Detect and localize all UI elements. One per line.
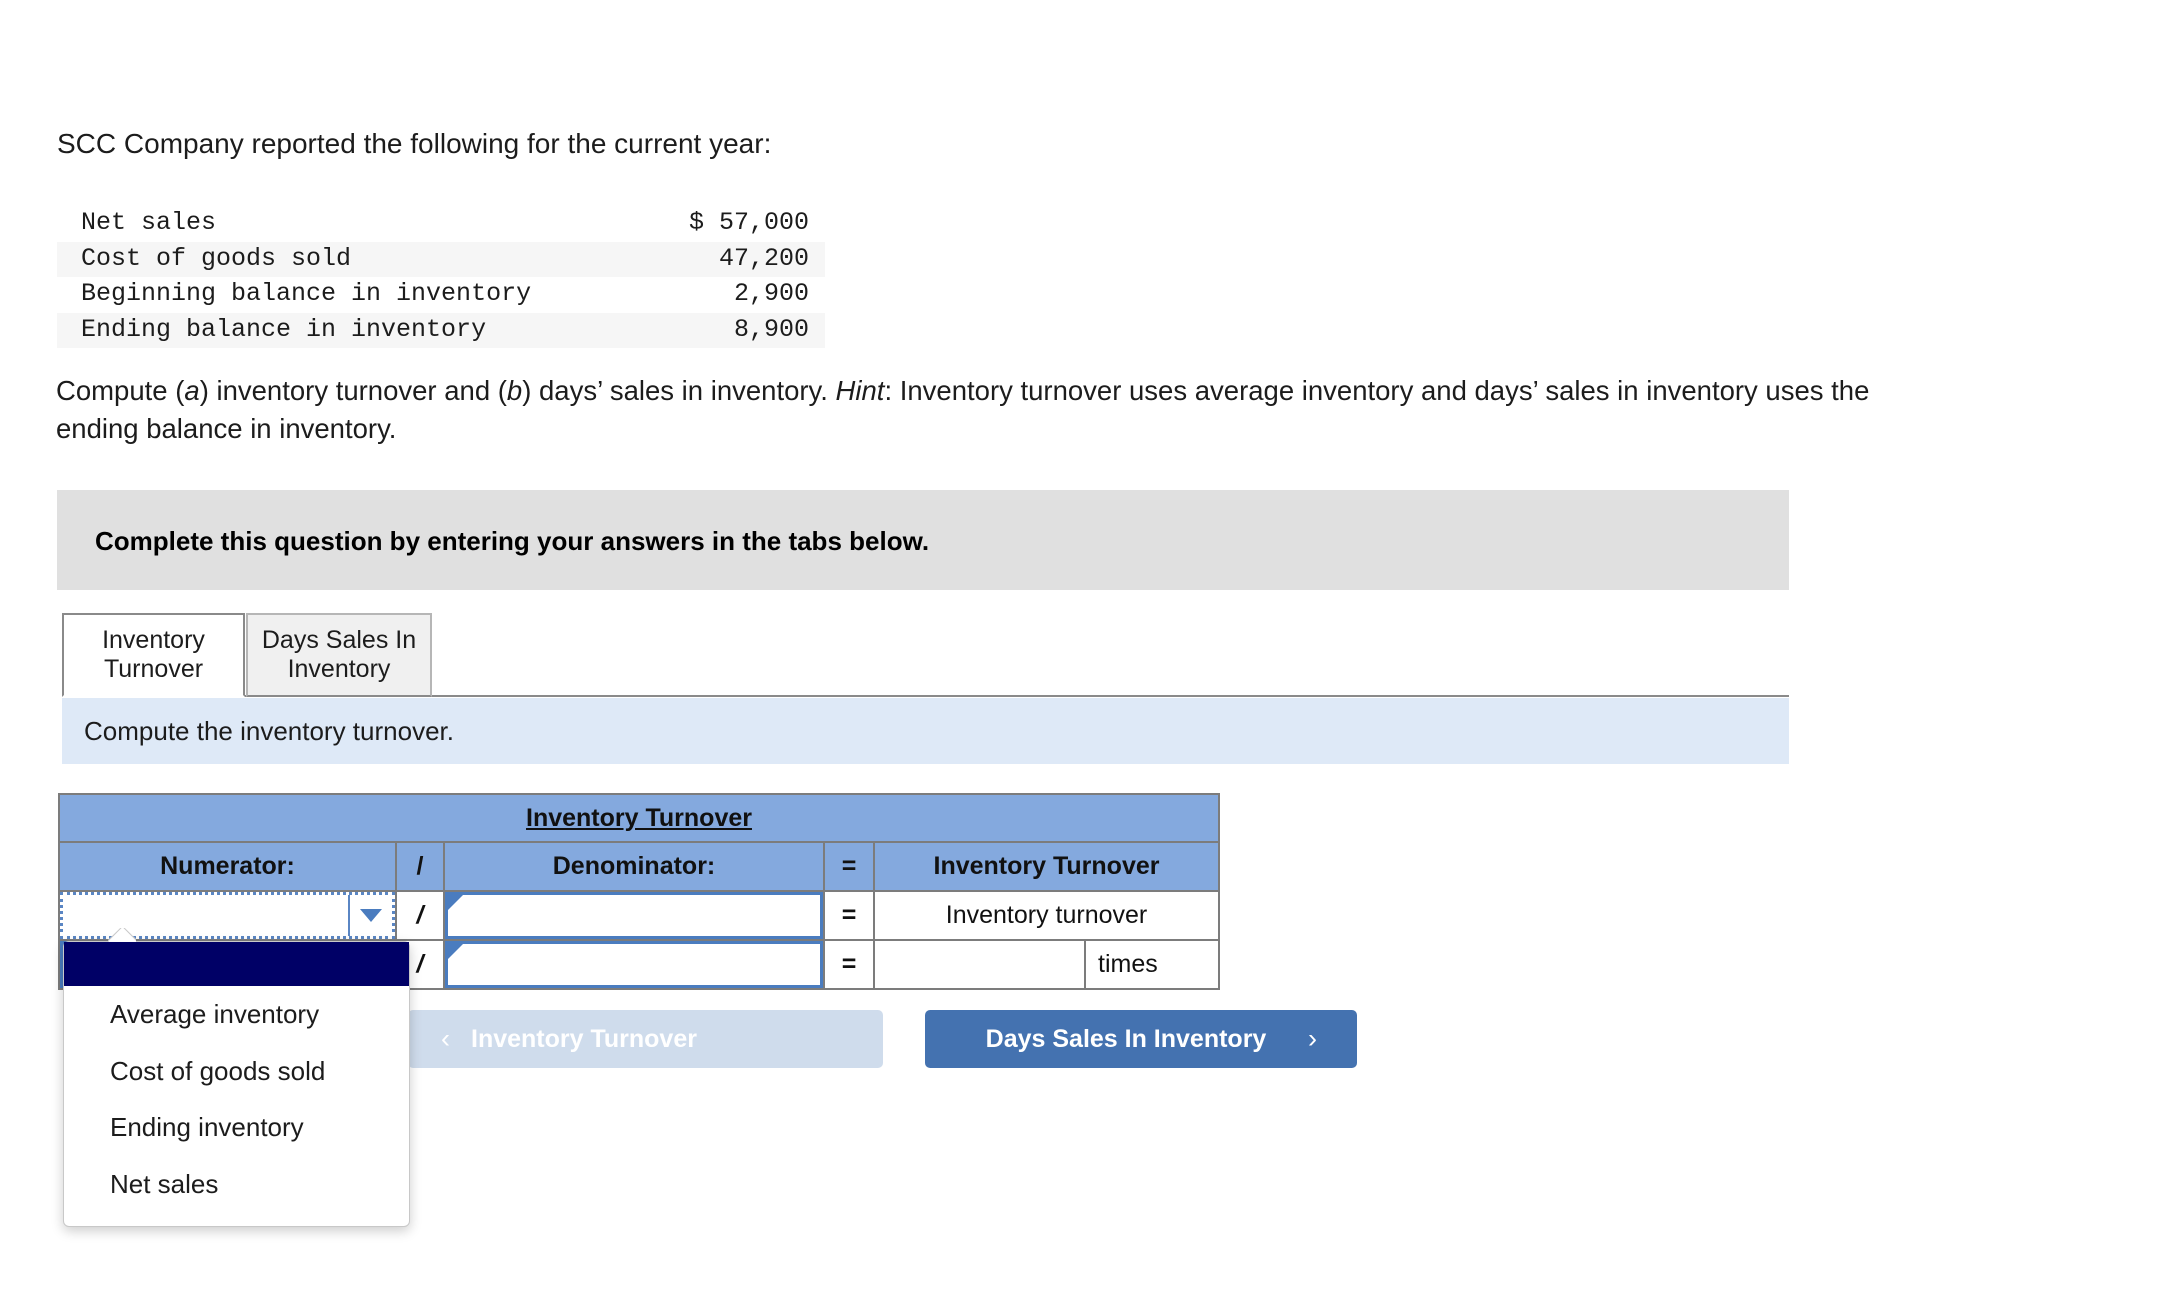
dropdown-option-cost-of-goods-sold[interactable]: Cost of goods sold — [64, 1043, 409, 1100]
table-row: Beginning balance in inventory 2,900 — [57, 277, 825, 313]
result-label-cell-1: Inventory turnover — [873, 890, 1220, 941]
tab-label-line2: Inventory — [287, 655, 391, 683]
financial-label: Ending balance in inventory — [81, 314, 487, 344]
prompt-part-2: ) inventory turnover and ( — [199, 375, 507, 406]
financial-amount: 47,200 — [718, 243, 809, 273]
financial-summary-table: Net sales $ 57,000 Cost of goods sold 47… — [57, 206, 825, 348]
sub-instruction-bar: Compute the inventory turnover. — [62, 698, 1789, 764]
table-row: Cost of goods sold 47,200 — [57, 241, 825, 277]
grid-title-row: Inventory Turnover — [58, 793, 1220, 843]
prev-button-label: Inventory Turnover — [471, 1024, 697, 1053]
chevron-right-icon: › — [1308, 1023, 1317, 1054]
prev-inventory-turnover-button[interactable]: ‹ Inventory Turnover — [408, 1010, 883, 1068]
chevron-left-icon: ‹ — [441, 1023, 450, 1054]
grid-row-1: / = Inventory turnover — [58, 890, 1220, 941]
tab-days-sales-in-inventory[interactable]: Days Sales In Inventory — [246, 613, 432, 697]
result-cell-2: times — [873, 939, 1220, 990]
financial-label: Cost of goods sold — [81, 243, 352, 273]
header-numerator: Numerator: — [58, 841, 397, 892]
denominator-cell-1 — [443, 890, 825, 941]
numerator-select-arrow[interactable] — [348, 895, 392, 936]
dropdown-option-ending-inventory[interactable]: Ending inventory — [64, 1099, 409, 1156]
prompt-hint-label: Hint — [835, 375, 885, 406]
equals-cell-2: = — [823, 939, 875, 990]
tab-label-line2: Turnover — [103, 655, 204, 683]
chevron-down-icon — [360, 909, 382, 922]
result-value-input[interactable] — [875, 941, 1086, 988]
header-denominator: Denominator: — [443, 841, 825, 892]
dropdown-option-blank[interactable] — [64, 942, 409, 986]
tab-inventory-turnover[interactable]: Inventory Turnover — [62, 613, 245, 697]
intro-text: SCC Company reported the following for t… — [57, 128, 772, 159]
tab-label-line1: Inventory — [102, 626, 205, 655]
denominator-input-1[interactable] — [445, 892, 823, 939]
financial-amount: 8,900 — [733, 314, 809, 344]
grid-title: Inventory Turnover — [58, 793, 1220, 843]
result-unit-label: times — [1086, 941, 1218, 988]
denominator-input-2[interactable] — [445, 941, 823, 988]
numerator-dropdown-menu[interactable]: Average inventory Cost of goods sold End… — [63, 941, 410, 1227]
financial-label: Beginning balance in inventory — [81, 279, 532, 308]
instruction-band: Complete this question by entering your … — [57, 490, 1789, 590]
prompt-part-3: ) days’ sales in inventory. — [522, 375, 836, 406]
header-result: Inventory Turnover — [873, 841, 1220, 892]
header-equals: = — [823, 841, 875, 892]
table-row: Ending balance in inventory 8,900 — [57, 312, 825, 348]
financial-amount: 2,900 — [733, 279, 809, 308]
table-row: Net sales $ 57,000 — [57, 206, 825, 242]
prompt-letter-b: b — [506, 375, 523, 406]
exercise-page: SCC Company reported the following for t… — [0, 0, 2180, 1292]
header-slash: / — [395, 841, 445, 892]
prompt-letter-a: a — [184, 375, 200, 406]
prompt-part-1: Compute ( — [56, 375, 185, 406]
grid-header-row: Numerator: / Denominator: = Inventory Tu… — [58, 841, 1220, 892]
slash-cell-1: / — [395, 890, 445, 941]
next-days-sales-in-inventory-button[interactable]: Days Sales In Inventory › — [925, 1010, 1357, 1068]
sub-instruction-text: Compute the inventory turnover. — [84, 716, 454, 746]
result-unit-row: times — [875, 941, 1218, 988]
dropdown-option-average-inventory[interactable]: Average inventory — [64, 986, 409, 1043]
dropdown-pointer-arrow — [108, 928, 136, 942]
equals-cell-1: = — [823, 890, 875, 941]
dropdown-option-net-sales[interactable]: Net sales — [64, 1156, 409, 1213]
financial-amount: $ 57,000 — [688, 208, 809, 237]
question-prompt: Compute (a) inventory turnover and (b) d… — [56, 372, 1906, 448]
denominator-cell-2 — [443, 939, 825, 990]
financial-label: Net sales — [81, 208, 217, 237]
instruction-text: Complete this question by entering your … — [95, 526, 930, 556]
next-button-label: Days Sales In Inventory — [985, 1024, 1267, 1053]
tab-label-line1: Days Sales In — [261, 626, 417, 655]
